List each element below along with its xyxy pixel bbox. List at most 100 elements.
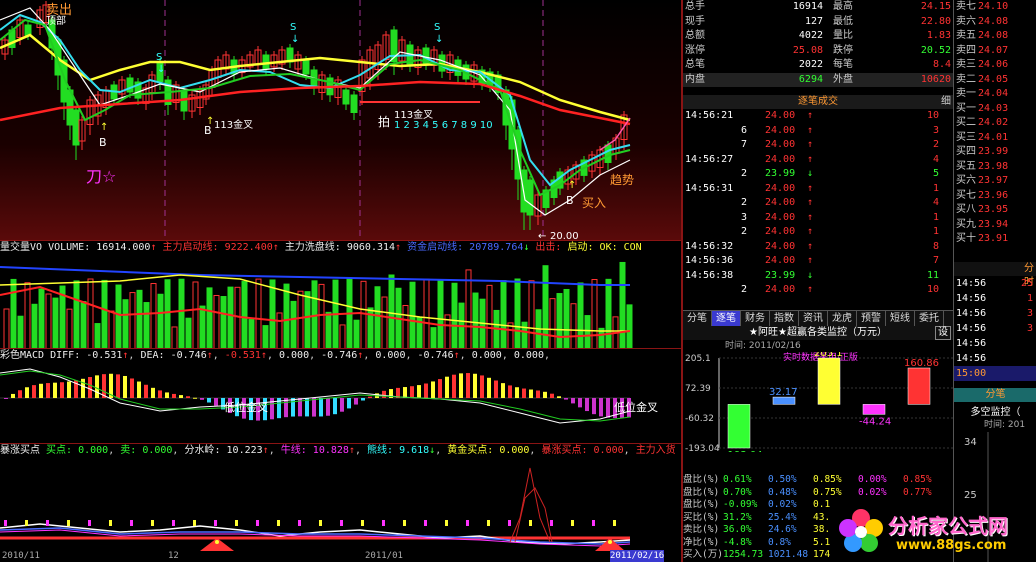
bid-row: 买三 24.01 <box>956 131 1009 143</box>
surge-chart[interactable] <box>0 458 681 551</box>
label-pa: 拍 <box>378 114 390 129</box>
macd-bar <box>214 398 218 406</box>
surge-bar <box>298 520 301 526</box>
surge-bar <box>88 520 91 526</box>
tab-6[interactable]: 预警 <box>857 311 886 326</box>
fenshi-row: 14:56 <box>956 353 987 364</box>
tick-row: 14:56:21 24.00 ↑ 10 <box>685 110 939 121</box>
surge-panel[interactable]: 暴涨买点 买点: 0.000, 卖: 0.000, 分水岭: 10.223↑, … <box>0 443 681 551</box>
volume-bar <box>451 282 458 349</box>
label-low-price-value: 20.00 <box>550 231 579 240</box>
volume-bar <box>66 308 73 349</box>
macd-header: 彩色MACD DIFF: -0.531↑, DEA: -0.746↑, -0.5… <box>0 350 551 361</box>
monitor-chart: 205.172.39-60.32-193.04 实时数据采用·正版 -193.0… <box>685 352 953 452</box>
volume-bar <box>290 300 297 349</box>
ask-row: 卖三 24.06 <box>956 59 1009 70</box>
surge-bar <box>67 520 70 526</box>
macd-bar <box>172 393 176 398</box>
volume-bar <box>171 326 178 349</box>
monitor-bar-label: 160.86 <box>904 358 939 369</box>
macd-bar <box>592 398 596 415</box>
volume-bar <box>584 315 591 349</box>
volume-bar <box>192 281 199 349</box>
macd-bar <box>473 373 477 398</box>
surge-bar <box>235 520 238 526</box>
ticks-panel[interactable]: 逐笔成交 细 14:56:21 24.00 ↑ 10 6 24.00 ↑ 3 7 24.00 ↑ 2 1… <box>683 95 953 310</box>
tab-2[interactable]: 财务 <box>741 311 770 326</box>
svg-text:↓: ↓ <box>291 34 299 45</box>
monitor-title: ★阿旺★超赢各类监控（万元） 设 <box>683 326 953 340</box>
macd-bar <box>445 376 449 398</box>
volume-bar <box>199 305 206 349</box>
volume-bar <box>402 304 409 349</box>
macd-bar <box>32 385 36 398</box>
svg-text:↑: ↑ <box>100 122 108 133</box>
macd-bar <box>515 387 519 398</box>
tick-row: 6 24.00 ↑ 3 <box>740 124 939 136</box>
volume-panel[interactable]: 量交量VO VOLUME: 16914.000↑ 主力启动线: 9222.400… <box>0 240 681 349</box>
volume-bar <box>570 303 577 349</box>
fenshi-row: 14:56 3 <box>956 323 1033 334</box>
surge-bar <box>382 520 385 526</box>
macd-bar <box>438 379 442 398</box>
tick-row: 14:56:27 24.00 ↑ 4 <box>685 153 939 165</box>
monitor-y-tick: -193.04 <box>685 444 720 452</box>
macd-chart[interactable]: 低位金叉 低位金叉 <box>0 363 681 444</box>
volume-bar <box>374 286 381 349</box>
volume-bar <box>136 289 143 349</box>
surge-bar <box>214 520 217 526</box>
monitor-bar <box>817 357 841 405</box>
bid-row: 买七 23.96 <box>956 189 1009 201</box>
ask-row: 卖四 24.07 <box>956 44 1009 56</box>
macd-low-cross-2: 低位金叉 <box>614 400 658 414</box>
macd-panel[interactable]: 彩色MACD DIFF: -0.531↑, DEA: -0.746↑, -0.5… <box>0 348 681 444</box>
volume-bar <box>591 279 598 349</box>
surge-bar <box>487 520 490 526</box>
macd-bar <box>151 387 155 398</box>
tick-row: 2 23.99 ↓ 5 <box>740 168 939 179</box>
fenshi-row: 14:56 3 <box>956 308 1033 319</box>
macd-bar <box>207 398 211 403</box>
macd-bar <box>466 373 470 398</box>
tab-8[interactable]: 委托 <box>915 311 944 326</box>
tab-4[interactable]: 资讯 <box>799 311 828 326</box>
surge-bar <box>256 520 259 526</box>
macd-bar <box>599 398 603 417</box>
volume-bar <box>339 324 346 349</box>
monitor-y-tick: -60.32 <box>685 414 714 424</box>
volume-bar <box>430 327 437 349</box>
macd-bar <box>529 389 533 398</box>
quote-panel: 总手 16914 最高 24.15 现手 127 最低 22.80 总额 4022 量比 1.83 涨停… <box>683 0 953 95</box>
surge-bar <box>466 520 469 526</box>
date-axis: 2010/11 12 2011/01 2011/02/16 <box>2 550 665 562</box>
volume-bar <box>626 304 633 349</box>
volume-header: 量交量VO VOLUME: 16914.000↑ 主力启动线: 9222.400… <box>0 242 642 253</box>
macd-bar <box>501 383 505 398</box>
svg-text:B: B <box>204 124 212 137</box>
quote-row: 现手 127 最低 22.80 <box>685 15 951 27</box>
volume-chart[interactable] <box>0 255 681 349</box>
kline-chart[interactable]: S↓ S↓ S↓ ↑B ↑B ↑B 卖出 顶部 刀☆ 113金叉 113金叉 拍… <box>0 0 681 240</box>
volume-bar <box>283 283 290 349</box>
volume-bar <box>150 283 157 349</box>
macd-bar <box>4 398 8 399</box>
main-kline-panel[interactable]: S ↓ S ↓ S ↓ ↑ B ↑ B ↑ B 卖出 顶部 刀☆ 113金叉 113金叉 拍… <box>0 0 681 240</box>
fenbi-tab[interactable]: 分笔 <box>954 388 1036 402</box>
monitor-setting-button[interactable]: 设 <box>935 326 951 340</box>
fenshi-title[interactable]: 分时 <box>954 262 1036 288</box>
tab-1[interactable]: 逐笔 <box>712 311 741 326</box>
macd-bar <box>123 375 127 398</box>
tab-3[interactable]: 指数 <box>770 311 799 326</box>
tab-0[interactable]: 分笔 <box>683 311 712 326</box>
volume-bar <box>227 286 234 349</box>
ask-row: 卖六 24.08 <box>956 15 1009 27</box>
tab-5[interactable]: 龙虎 <box>828 311 857 326</box>
surge-bar <box>46 520 49 526</box>
volume-bar <box>17 315 24 349</box>
macd-bar <box>25 387 29 398</box>
surge-bar <box>277 520 280 526</box>
surge-bar <box>25 520 28 526</box>
macd-low-cross-1: 低位金叉 <box>224 400 268 414</box>
volume-bar <box>325 311 332 349</box>
tab-7[interactable]: 短线 <box>886 311 915 326</box>
